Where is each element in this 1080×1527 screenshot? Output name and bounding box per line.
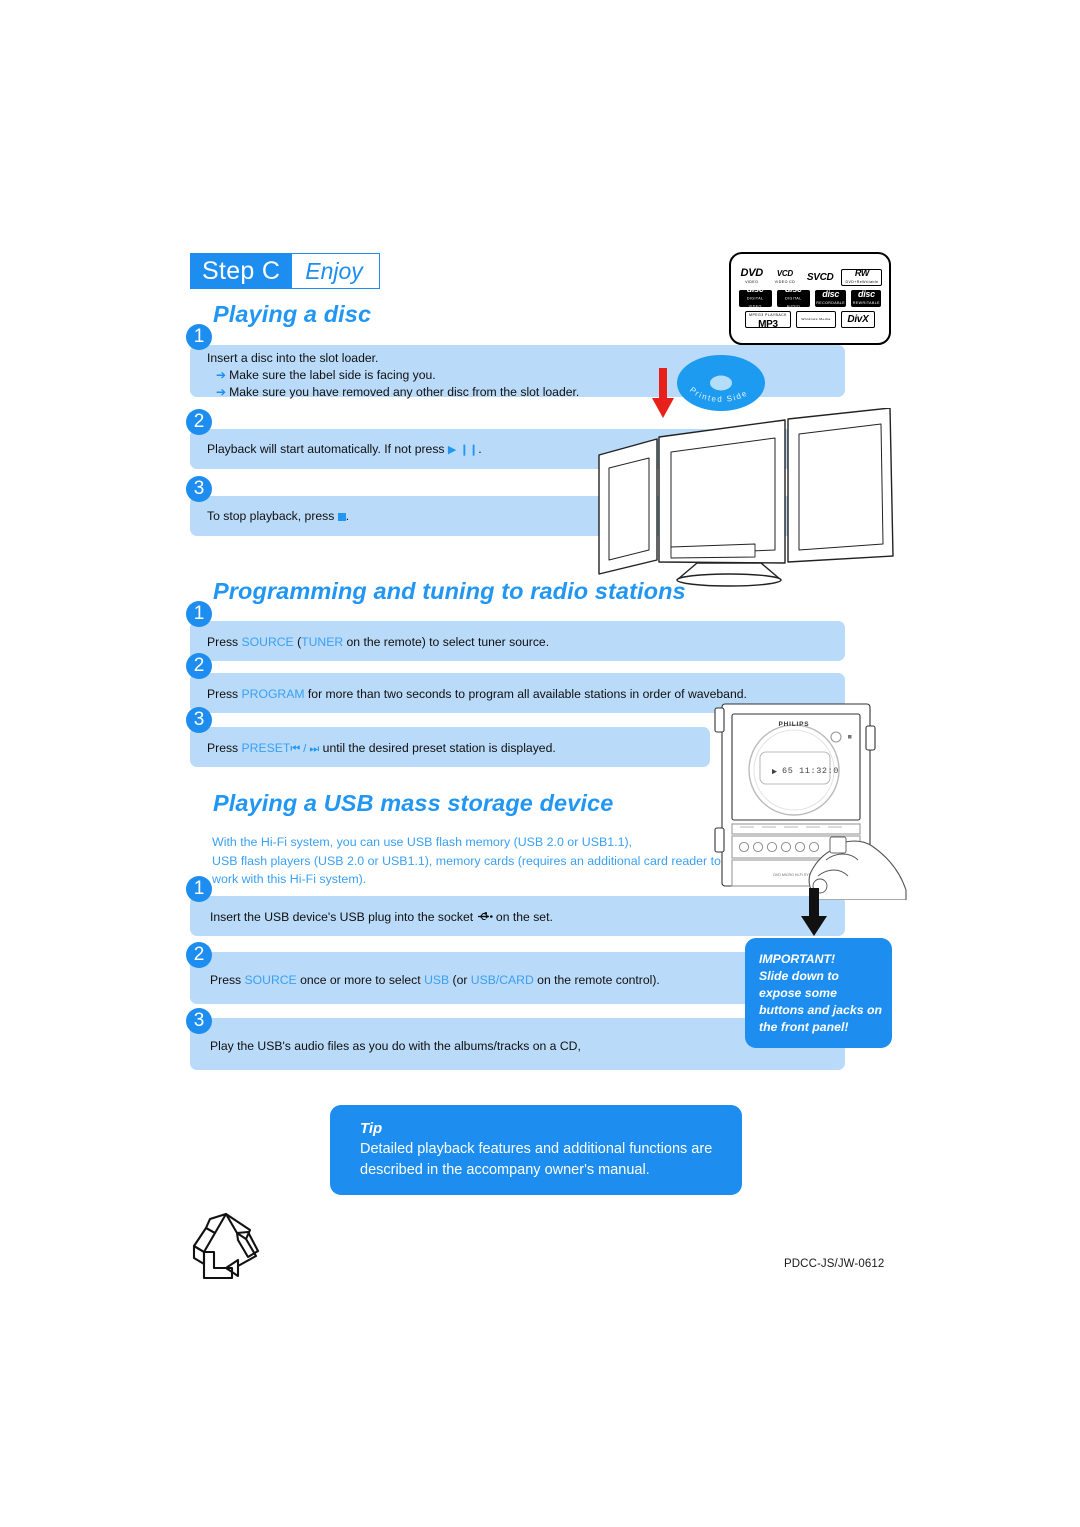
usb-step-3-text: Play the USB's audio files as you do wit…	[210, 1039, 581, 1053]
logo-windows-media: Windows Media	[795, 311, 836, 328]
tip-callout: Tip Detailed playback features and addit…	[330, 1105, 742, 1195]
usb-icon	[477, 912, 493, 921]
disc-step-1-badge: 1	[186, 324, 212, 350]
radio-step-3-t1: Press	[207, 741, 242, 755]
usb-step-2-badge: 2	[186, 942, 212, 968]
logo-dvd-rw: RW DVD+ReWritable	[841, 268, 883, 286]
key-source: SOURCE	[244, 973, 297, 987]
guide-page: Step C Enjoy Playing a disc Insert a dis…	[0, 0, 1080, 1527]
play-icon: ▶	[447, 444, 457, 456]
skip-previous-icon: ⏮	[290, 743, 301, 755]
usb-intro-line-2: USB flash players (USB 2.0 or USB1.1), m…	[212, 853, 721, 868]
disc-step-1-line-2-text: Make sure the label side is facing you.	[229, 368, 436, 382]
tip-line-2: described in the accompany owner's manua…	[360, 1162, 650, 1178]
usb-step-2-t1: Press	[210, 973, 245, 987]
logo-cd-recordable: disc RECORDABLE	[814, 289, 847, 307]
recycle-icon	[192, 1212, 260, 1280]
important-line-4: buttons and jacks on	[759, 1003, 882, 1017]
disc-step-1-line-3-text: Make sure you have removed any other dis…	[229, 385, 580, 399]
radio-step-3-text: Press PRESET⏮ / ⏭ until the desired pres…	[207, 741, 556, 755]
usb-intro-line-3: work with this Hi-Fi system).	[212, 872, 367, 886]
disc-step-2-badge: 2	[186, 409, 212, 435]
radio-step-1-text: Press SOURCE (TUNER on the remote) to se…	[207, 634, 549, 651]
important-line-1: IMPORTANT!	[759, 952, 836, 966]
key-usb-card: USB/CARD	[470, 973, 534, 987]
format-logos-row-2: disc DIGITAL VIDEO disc DIGITAL AUDIO di…	[738, 285, 882, 308]
disc-step-2-text-after: .	[478, 442, 482, 456]
key-source: SOURCE	[241, 635, 294, 649]
disc-graphic: Printed Side	[677, 355, 765, 411]
skip-next-icon: ⏭	[309, 743, 320, 755]
disc-step-3-badge: 3	[186, 476, 212, 502]
format-logos-grid: DVD VIDEO VCD VIDEO CD SVCD RW DVD+ReWri…	[731, 254, 889, 343]
disc-step-3-text-after: .	[345, 509, 350, 523]
logo-cd-rewritable: disc REWRITABLE	[851, 289, 882, 307]
radio-step-1-t3: on the remote) to select tuner source.	[343, 635, 550, 649]
key-tuner: TUNER	[301, 635, 344, 649]
disc-step-1-line-3: ➔ Make sure you have removed any other di…	[216, 384, 579, 401]
format-logos-bubble: DVD VIDEO VCD VIDEO CD SVCD RW DVD+ReWri…	[729, 252, 891, 345]
key-usb: USB	[424, 973, 450, 987]
usb-step-2-t2: once or more to select	[296, 973, 425, 987]
logo-divx: DivX	[840, 311, 875, 328]
radio-step-1-band: Press SOURCE (TUNER on the remote) to se…	[190, 621, 845, 661]
bullet-arrow-icon: ➔	[216, 385, 227, 399]
usb-intro-paragraph: With the Hi-Fi system, you can use USB f…	[212, 833, 721, 889]
front-panel-illustration: PHILIPS 65 11:32:0 DVD MICRO HI-FI SYSTE…	[714, 703, 907, 900]
usb-step-2-text: Press SOURCE once or more to select USB …	[210, 972, 660, 989]
section-title-playing-a-disc: Playing a disc	[213, 301, 372, 327]
pause-icon: ❙❙	[459, 444, 479, 456]
step-header-label: Step C	[191, 254, 293, 288]
usb-step-2-t4: on the remote control).	[533, 973, 660, 987]
radio-step-1-t1: Press	[207, 635, 242, 649]
tip-line-1: Detailed playback features and additiona…	[360, 1141, 713, 1157]
usb-step-3-badge: 3	[186, 1008, 212, 1034]
radio-step-2-text: Press PROGRAM for more than two seconds …	[207, 686, 747, 703]
tip-title: Tip	[360, 1120, 383, 1137]
disc-step-3-text: To stop playback, press .	[207, 508, 349, 525]
panel-brand-text: PHILIPS	[779, 721, 810, 728]
important-callout: IMPORTANT! Slide down to expose some but…	[745, 938, 892, 1048]
step-header-word: Enjoy	[292, 254, 379, 288]
logo-mp3: MPEG3 PLAYBACK MP3	[745, 311, 791, 329]
radio-step-2-t1: Press	[207, 687, 242, 701]
disc-step-1-line-1: Insert a disc into the slot loader.	[207, 351, 379, 365]
disc-step-2-text-before: Playback will start automatically. If no…	[207, 442, 445, 456]
format-logos-row-3: MPEG3 PLAYBACK MP3 Windows Media DivX	[745, 311, 875, 329]
logo-cd-digital-audio: disc DIGITAL AUDIO	[776, 285, 810, 308]
logo-cd-digital-video: disc DIGITAL VIDEO	[738, 285, 772, 308]
disc-step-1-line-2: ➔ Make sure the label side is facing you.	[216, 367, 436, 384]
panel-display-text: 65 11:32:0	[782, 766, 839, 776]
radio-step-2-t2: for more than two seconds to program all…	[304, 687, 747, 701]
hifi-system-illustration	[598, 408, 894, 587]
important-line-5: the front panel!	[759, 1020, 849, 1034]
logo-video-cd: VCD VIDEO CD	[770, 269, 799, 286]
usb-step-2-t3: (or	[449, 973, 471, 987]
important-line-3: expose some	[759, 986, 837, 1000]
important-line-2: Slide down to	[759, 969, 839, 983]
radio-step-1-badge: 1	[186, 601, 212, 627]
usb-step-1-badge: 1	[186, 876, 212, 902]
radio-step-3-t2: until the desired preset station is disp…	[319, 741, 556, 755]
usb-step-1-t1: Insert the USB device's USB plug into th…	[210, 910, 474, 924]
disc-step-2-text: Playback will start automatically. If no…	[207, 441, 482, 459]
key-program: PROGRAM	[241, 687, 305, 701]
usb-step-1-band: Insert the USB device's USB plug into th…	[190, 896, 845, 936]
step-header: Step C Enjoy	[190, 253, 380, 289]
radio-step-3-badge: 3	[186, 707, 212, 733]
usb-step-1-text: Insert the USB device's USB plug into th…	[210, 909, 553, 926]
radio-step-3-band: Press PRESET⏮ / ⏭ until the desired pres…	[190, 727, 710, 767]
footer-document-code: PDCC-JS/JW-0612	[784, 1258, 885, 1270]
disc-step-3-text-before: To stop playback, press	[207, 509, 335, 523]
usb-intro-line-1: With the Hi-Fi system, you can use USB f…	[212, 835, 633, 849]
usb-step-1-t2: on the set.	[495, 910, 553, 924]
bullet-arrow-icon: ➔	[216, 368, 227, 382]
section-title-usb: Playing a USB mass storage device	[213, 790, 614, 816]
stop-icon	[337, 513, 346, 521]
black-down-arrow-icon	[801, 888, 827, 936]
radio-step-2-badge: 2	[186, 653, 212, 679]
logo-svcd: SVCD	[803, 269, 837, 286]
key-preset: PRESET	[241, 741, 291, 755]
